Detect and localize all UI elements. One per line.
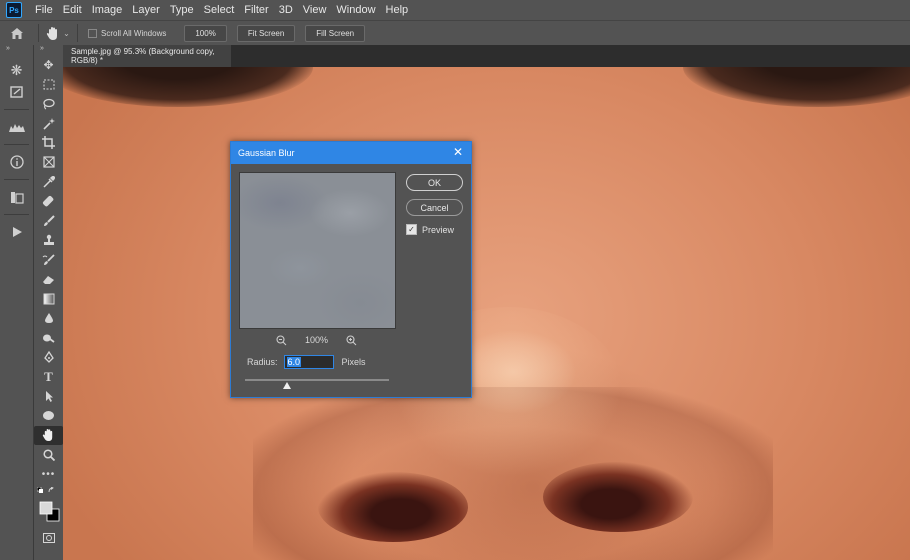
dock-divider [4,214,29,215]
more-tools-icon[interactable]: ••• [34,465,63,485]
checkbox-box[interactable] [88,28,97,38]
menu-type[interactable]: Type [165,4,199,16]
preview-zoom-level: 100% [304,335,329,345]
libraries-panel-icon[interactable] [0,182,33,212]
menu-file[interactable]: File [30,4,58,16]
canvas-photo-left-nostril [318,472,468,542]
cancel-button[interactable]: Cancel [406,199,463,216]
filter-preview-pane[interactable] [239,172,396,329]
panel-dock: » ❋ [0,45,34,560]
zoom-in-icon[interactable] [344,333,358,347]
dialog-title-bar[interactable]: Gaussian Blur ✕ [231,142,471,164]
hand-tool-icon[interactable] [34,425,63,445]
radius-label: Radius: [247,357,278,367]
canvas-photo-right-brow [683,67,910,107]
fit-screen-button[interactable]: Fit Screen [236,24,296,42]
home-icon [11,27,23,39]
histogram-panel-icon[interactable] [0,112,33,142]
zoom-out-icon[interactable] [275,333,289,347]
path-selection-tool-icon[interactable] [34,387,63,407]
hand-icon [46,26,58,40]
foreground-background-color-icon[interactable] [34,498,63,524]
options-bar: ⌄ Scroll All Windows 100% Fit Screen Fil… [0,20,910,46]
tools-panel: » ✥ T ••• [34,45,63,560]
preview-checkbox[interactable]: ✓ Preview [406,224,454,235]
dock-collapse-button[interactable]: » [0,45,33,55]
gradient-tool-icon[interactable] [34,289,63,309]
document-tab[interactable]: Sample.jpg @ 95.3% (Background copy, RGB… [63,45,231,67]
canvas-photo-left-brow [63,67,313,107]
blur-tool-icon[interactable] [34,309,63,329]
radius-unit-label: Pixels [341,357,366,367]
healing-brush-tool-icon[interactable] [34,192,63,212]
document-tab-title: Sample.jpg @ 95.3% (Background copy, RGB… [71,47,215,65]
clone-stamp-tool-icon[interactable] [34,231,63,251]
ellipse-tool-icon[interactable] [34,406,63,426]
lasso-tool-icon[interactable] [34,94,63,114]
radius-slider-thumb[interactable] [282,382,291,389]
menu-filter[interactable]: Filter [239,4,273,16]
info-panel-icon[interactable] [0,147,33,177]
crop-tool-icon[interactable] [34,133,63,153]
menu-layer[interactable]: Layer [127,4,165,16]
ok-button[interactable]: OK [406,174,463,191]
dock-divider [4,144,29,145]
gaussian-blur-dialog: Gaussian Blur ✕ 100% OK Cancel ✓ Preview… [230,141,472,398]
brush-tool-icon[interactable] [34,211,63,231]
options-divider [77,24,78,42]
fill-screen-button[interactable]: Fill Screen [305,24,366,42]
menu-image[interactable]: Image [87,4,128,16]
move-tool-icon[interactable]: ✥ [34,55,63,75]
default-colors-icon[interactable] [34,484,66,498]
checkmark-icon[interactable]: ✓ [406,224,417,235]
dialog-title: Gaussian Blur [238,148,295,158]
menu-bar: Ps File Edit Image Layer Type Select Fil… [0,0,910,20]
dodge-tool-icon[interactable] [34,328,63,348]
tools-collapse-button[interactable]: » [34,45,63,55]
scroll-all-windows-label: Scroll All Windows [101,28,167,38]
radius-value: 6.0 [286,357,302,367]
adjustments-panel-icon[interactable] [0,77,33,107]
history-brush-tool-icon[interactable] [34,250,63,270]
document-tab-strip: Sample.jpg @ 95.3% (Background copy, RGB… [63,45,910,67]
options-divider [38,24,39,42]
home-button[interactable] [0,21,34,45]
type-tool-icon[interactable]: T [34,367,63,387]
eyedropper-tool-icon[interactable] [34,172,63,192]
close-icon[interactable]: ✕ [451,145,465,159]
zoom-100-button[interactable]: 100% [184,24,227,42]
preview-checkbox-label: Preview [422,224,455,235]
preview-zoom-controls: 100% [239,333,394,347]
canvas-photo-right-nostril [543,462,693,532]
photoshop-logo-icon[interactable]: Ps [6,2,22,18]
pen-tool-icon[interactable] [34,348,63,368]
menu-window[interactable]: Window [331,4,380,16]
chevron-down-icon: ⌄ [63,28,70,38]
eraser-tool-icon[interactable] [34,270,63,290]
dock-divider [4,109,29,110]
radius-row: Radius: 6.0 Pixels [247,355,366,369]
quick-mask-icon[interactable] [34,528,63,548]
marquee-tool-icon[interactable] [34,75,63,95]
radius-input[interactable]: 6.0 [283,355,334,369]
tool-preset-picker[interactable]: ⌄ [43,21,73,45]
menu-help[interactable]: Help [381,4,414,16]
menu-edit[interactable]: Edit [58,4,87,16]
menu-view[interactable]: View [298,4,332,16]
actions-panel-icon[interactable] [0,217,33,247]
magic-wand-tool-icon[interactable] [34,114,63,134]
zoom-tool-icon[interactable] [34,445,63,465]
scroll-all-windows-checkbox[interactable]: Scroll All Windows [88,28,167,38]
radius-slider-track[interactable] [245,379,389,381]
menu-3d[interactable]: 3D [274,4,298,16]
frame-tool-icon[interactable] [34,153,63,173]
menu-select[interactable]: Select [199,4,240,16]
image-canvas[interactable] [63,67,910,560]
dock-divider [4,179,29,180]
